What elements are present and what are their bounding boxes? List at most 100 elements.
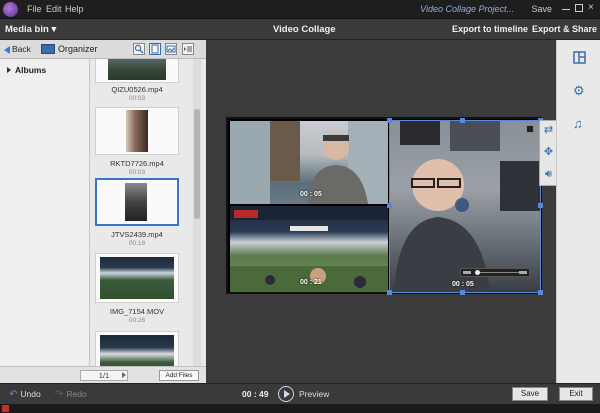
organizer-icon	[41, 44, 55, 54]
albums-label: Albums	[15, 65, 47, 75]
search-icon[interactable]	[133, 43, 145, 55]
media-bin-footer: 1/1 Add Files	[0, 366, 206, 383]
minimize-icon[interactable]	[562, 4, 570, 10]
thumbnail-frame	[95, 107, 179, 155]
redo-label: Redo	[66, 389, 87, 399]
move-icon[interactable]: ✥	[542, 146, 555, 159]
play-preview-button[interactable]	[278, 386, 294, 402]
redo-icon: ↷	[55, 389, 64, 400]
app-status-icon	[2, 405, 9, 412]
thumbnail-frame	[95, 178, 179, 226]
collage-cell-2[interactable]: 00 : 21	[230, 206, 388, 292]
title-bar: File Edit Help Video Collage Project... …	[0, 0, 600, 19]
chevron-down-icon: ▾	[51, 24, 57, 35]
media-bin-panel: Back Organizer Albums QIZU0526.mp4 00:03…	[0, 40, 206, 383]
media-bin-label: Media bin	[5, 24, 49, 35]
menu-edit[interactable]: Edit	[46, 4, 62, 14]
resize-handle[interactable]	[460, 118, 465, 123]
menu-help[interactable]: Help	[65, 4, 84, 14]
photo-filter-icon[interactable]	[165, 43, 177, 55]
thumbnail-image	[108, 59, 166, 80]
media-thumbnail[interactable]: IMG_7154.MOV 00:26	[95, 253, 179, 325]
export-to-timeline-button[interactable]: Export to timeline	[452, 24, 528, 34]
total-timecode: 00 : 49	[242, 389, 269, 399]
video-collage-window: File Edit Help Video Collage Project... …	[0, 0, 600, 413]
thumbnail-filename: JTVS2439.mp4	[111, 230, 163, 239]
resize-handle[interactable]	[538, 290, 543, 295]
undo-icon: ↶	[9, 389, 18, 400]
menu-file[interactable]: File	[27, 4, 42, 14]
app-logo-icon	[3, 2, 18, 17]
media-thumbnail-selected[interactable]: JTVS2439.mp4 00:18	[95, 178, 179, 250]
bottom-toolbar: ↶ Undo ↷ Redo 00 : 49 Preview Save Exit	[0, 383, 600, 404]
audio-icon[interactable]: 🔊︎	[542, 168, 555, 181]
panel-menu-icon[interactable]	[182, 43, 194, 55]
thumbnail-duration: 00:26	[128, 317, 146, 324]
video-filter-icon[interactable]	[149, 43, 161, 55]
thumbnail-duration: 00:18	[128, 240, 146, 247]
resize-handle[interactable]	[387, 203, 392, 208]
window-title: Video Collage Project...	[420, 4, 514, 14]
collage-cell-1[interactable]: 00 : 05	[230, 121, 388, 204]
exit-button[interactable]: Exit	[559, 387, 593, 401]
media-bin-dropdown[interactable]: Media bin ▾	[5, 24, 56, 35]
settings-gear-icon[interactable]: ⚙︎	[573, 83, 585, 99]
expand-caret-icon[interactable]	[7, 67, 11, 73]
resize-handle[interactable]	[460, 290, 465, 295]
media-thumbnail[interactable]: RKTD7726.mp4 00:03	[95, 107, 179, 177]
collage-canvas: 00 : 05 00 : 21 00: 05	[226, 117, 543, 295]
thumbnail-image	[126, 110, 148, 152]
media-bin-toolbar: Back Organizer	[0, 40, 206, 59]
thumbnail-filename: RKTD7726.mp4	[110, 159, 164, 168]
title-save-button[interactable]: Save	[531, 4, 552, 14]
maximize-icon[interactable]	[575, 4, 583, 12]
thumbnail-frame	[95, 59, 179, 83]
cell-1-timecode: 00 : 05	[300, 191, 322, 198]
export-share-button[interactable]: Export & Share	[532, 24, 597, 34]
right-tools-panel: ⚙︎ ♫	[556, 40, 600, 383]
thumbnail-duration: 00:03	[128, 169, 146, 176]
music-note-icon[interactable]: ♫	[573, 116, 583, 131]
thumbnail-frame	[95, 253, 179, 303]
page-title: Video Collage	[273, 24, 336, 35]
thumbnail-filename: IMG_7154.MOV	[109, 307, 165, 316]
undo-label: Undo	[20, 389, 41, 399]
back-arrow-icon	[4, 45, 10, 54]
page-indicator: 1/1	[80, 370, 128, 381]
play-icon	[284, 390, 290, 398]
thumbnail-image	[125, 183, 147, 221]
active-cell-selection	[389, 120, 541, 293]
cell-2-timecode: 00 : 21	[300, 279, 322, 286]
back-button[interactable]: Back	[4, 44, 31, 54]
albums-tree: Albums	[0, 59, 90, 383]
status-bar	[0, 404, 600, 413]
thumbnail-frame	[95, 331, 179, 366]
save-button[interactable]: Save	[512, 387, 548, 401]
thumbnail-grid: QIZU0526.mp4 00:03 RKTD7726.mp4 00:03 JT…	[91, 59, 193, 366]
cell-tools-strip: ⇄ ✥ 🔊︎	[539, 120, 557, 186]
undo-button[interactable]: ↶ Undo	[9, 389, 41, 400]
media-thumbnail[interactable]	[95, 331, 179, 366]
resize-handle[interactable]	[387, 290, 392, 295]
scrollbar-thumb[interactable]	[194, 109, 200, 219]
thumbnail-image	[100, 257, 174, 299]
resize-handle[interactable]	[538, 203, 543, 208]
resize-handle[interactable]	[387, 118, 392, 123]
close-icon[interactable]: ×	[588, 3, 596, 13]
back-label: Back	[12, 44, 31, 54]
redo-button[interactable]: ↷ Redo	[55, 389, 87, 400]
layout-icon[interactable]	[573, 51, 586, 67]
collage-stage: 00 : 05 00 : 21 00: 05 ⇄ ✥ 🔊︎	[206, 40, 557, 383]
organizer-label: Organizer	[58, 44, 98, 54]
preview-label[interactable]: Preview	[299, 389, 329, 399]
thumbnail-filename: QIZU0526.mp4	[111, 85, 163, 94]
albums-node[interactable]: Albums	[7, 65, 46, 75]
thumbnail-scrollbar[interactable]	[193, 59, 201, 366]
thumbnail-image	[100, 335, 174, 366]
header-bar: Media bin ▾ Video Collage Export to time…	[0, 19, 600, 40]
swap-media-icon[interactable]: ⇄	[542, 124, 555, 137]
add-files-button[interactable]: Add Files	[159, 370, 199, 381]
thumbnail-duration: 00:03	[128, 95, 146, 102]
page-next-icon[interactable]	[122, 372, 126, 378]
media-thumbnail[interactable]: QIZU0526.mp4 00:03	[95, 59, 179, 103]
